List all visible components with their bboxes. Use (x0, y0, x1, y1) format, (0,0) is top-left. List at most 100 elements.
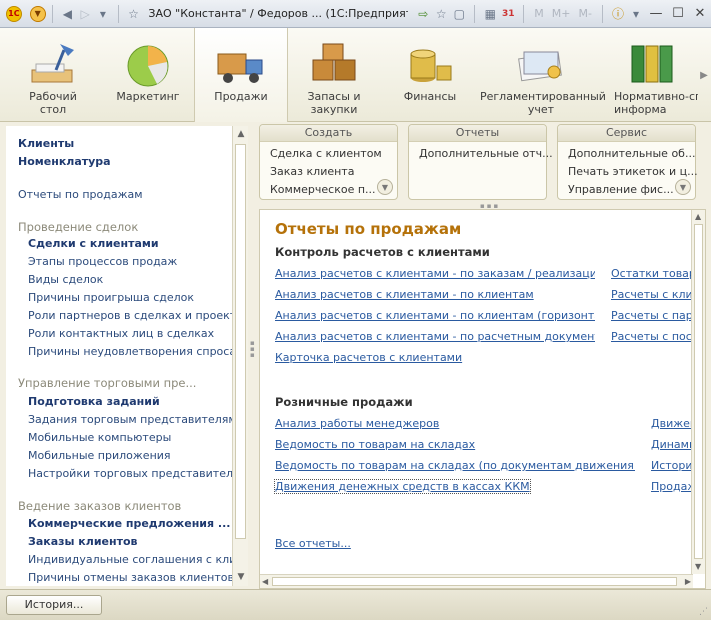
section-sales[interactable]: Продажи (194, 28, 288, 122)
report-link[interactable]: Динами (651, 438, 691, 451)
create-order-command[interactable]: Заказ клиента (270, 165, 354, 178)
report-link[interactable]: Расчеты с парт (611, 309, 691, 322)
scroll-right-arrow-icon[interactable]: ▶ (685, 577, 691, 586)
memory-minus-button[interactable]: M- (579, 7, 592, 20)
sections-scroll-right-button[interactable]: ▶ (697, 28, 711, 122)
reports-commands-box: Отчеты Дополнительные отч... (408, 124, 553, 200)
info-dropdown-icon[interactable]: ▾ (627, 5, 645, 23)
separator (523, 4, 525, 23)
scrollbar-thumb[interactable] (272, 577, 677, 586)
nav-client-orders[interactable]: Заказы клиентов (28, 535, 137, 548)
nav-group-deals: Проведение сделок (18, 220, 139, 234)
memory-plus-button[interactable]: M+ (552, 7, 571, 20)
nav-deal-stages[interactable]: Этапы процессов продаж (28, 255, 177, 268)
scroll-down-arrow-icon[interactable]: ▼ (233, 572, 249, 582)
report-link[interactable]: Анализ расчетов с клиентами - по клиента… (275, 288, 595, 301)
fiscal-management-command[interactable]: Управление фис... (568, 183, 674, 196)
info-icon[interactable]: ⓘ (609, 5, 627, 23)
maximize-button[interactable]: ☐ (667, 5, 689, 23)
create-header: Создать (260, 125, 397, 142)
nav-cancel-reasons[interactable]: Причины отмены заказов клиентов (28, 571, 232, 584)
nav-nomenclature[interactable]: Номенклатура (18, 155, 111, 168)
panel-splitter[interactable]: ▪ ▪ ▪ (250, 340, 256, 364)
section-heading-client-settlements: Контроль расчетов с клиентами (275, 245, 490, 259)
nav-contact-roles[interactable]: Роли контактных лиц в сделках (28, 327, 214, 340)
report-link[interactable]: Анализ расчетов с клиентами - по клиента… (275, 309, 595, 322)
memory-m-button[interactable]: M (534, 7, 544, 20)
report-link[interactable]: Ведомость по товарам на складах (по доку… (275, 459, 635, 472)
section-finance[interactable]: Финансы (392, 28, 468, 122)
nav-partner-roles[interactable]: Роли партнеров в сделках и проектах (28, 309, 232, 322)
nav-individual-agreements[interactable]: Индивидуальные соглашения с кли... (28, 553, 232, 566)
main-menu-button[interactable]: ▼ (29, 5, 46, 22)
nav-deal-types[interactable]: Виды сделок (28, 273, 103, 286)
expand-chevron-icon[interactable]: ▼ (675, 179, 691, 195)
scrollbar-thumb[interactable] (694, 224, 703, 559)
papers-icon (518, 51, 562, 82)
calculator-icon[interactable]: ▦ (481, 5, 499, 23)
report-link[interactable]: Расчеты с пост (611, 330, 691, 343)
reports-horizontal-scrollbar[interactable]: ◀ ▶ (260, 574, 693, 588)
report-link[interactable]: Движения денежных средств в кассах ККМ (274, 479, 531, 494)
resize-grip-icon[interactable]: ⋰ (699, 607, 708, 617)
star-page-icon[interactable]: ☆ (432, 5, 450, 23)
nav-commercial-offers[interactable]: Коммерческие предложения ... (28, 517, 230, 530)
navigation-scrollbar[interactable]: ▲ ▼ (232, 126, 248, 586)
scroll-down-arrow-icon[interactable]: ▼ (695, 562, 701, 571)
forward-arrow-icon[interactable]: ▷ (76, 5, 94, 23)
section-inventory[interactable]: Запасы и закупки (294, 28, 374, 122)
report-link[interactable]: Расчеты с клие (611, 288, 691, 301)
report-link[interactable]: Ведомость по товарам на складах (275, 438, 635, 451)
nav-task-preparation[interactable]: Подготовка заданий (28, 395, 160, 408)
back-arrow-icon[interactable]: ◀ (59, 5, 77, 23)
create-deal-command[interactable]: Сделка с клиентом (270, 147, 382, 160)
expand-chevron-icon[interactable]: ▼ (377, 179, 393, 195)
report-link[interactable]: Остатки товаро (611, 267, 691, 280)
report-link[interactable]: Анализ расчетов с клиентами - по заказам… (275, 267, 595, 280)
section-label: Запасы и закупки (307, 90, 361, 116)
report-link[interactable]: Карточка расчетов с клиентами (275, 351, 595, 364)
separator (51, 4, 53, 23)
nav-mobile-computers[interactable]: Мобильные компьютеры (28, 431, 171, 444)
nav-sales-reports[interactable]: Отчеты по продажам (18, 188, 143, 201)
additional-processing-command[interactable]: Дополнительные об... (568, 147, 695, 160)
history-button[interactable]: История... (6, 595, 102, 615)
section-regulated[interactable]: Регламентированный учет (480, 28, 606, 122)
nav-demand-reasons[interactable]: Причины неудовлетворения спроса (28, 345, 232, 358)
history-dropdown-icon[interactable]: ▾ (94, 5, 112, 23)
app-logo-icon[interactable]: 1С (6, 5, 22, 22)
save-icon[interactable]: ▢ (450, 5, 468, 23)
nav-deals[interactable]: Сделки с клиентами (28, 237, 159, 250)
all-reports-link[interactable]: Все отчеты... (275, 537, 351, 550)
scroll-up-arrow-icon[interactable]: ▲ (233, 129, 249, 139)
minimize-button[interactable]: — (645, 5, 667, 23)
section-marketing[interactable]: Маркетинг (106, 28, 190, 122)
nav-rep-settings[interactable]: Настройки торговых представителей (28, 467, 232, 480)
scroll-up-arrow-icon[interactable]: ▲ (695, 212, 701, 221)
close-button[interactable]: ✕ (689, 5, 711, 23)
print-labels-command[interactable]: Печать этикеток и ц... (568, 165, 698, 178)
separator (117, 4, 119, 23)
section-desktop[interactable]: Рабочий стол (12, 28, 94, 122)
calendar-icon[interactable]: 31 (499, 5, 517, 23)
report-link[interactable]: Продаж (651, 480, 691, 493)
link-icon[interactable]: ⇨ (414, 5, 432, 23)
scroll-left-arrow-icon[interactable]: ◀ (262, 577, 268, 586)
scrollbar-thumb[interactable] (235, 144, 246, 539)
report-link[interactable]: Анализ расчетов с клиентами - по расчетн… (275, 330, 595, 343)
coins-icon (410, 49, 452, 82)
section-label: Финансы (403, 90, 457, 103)
additional-reports-command[interactable]: Дополнительные отч... (419, 147, 553, 160)
nav-clients[interactable]: Клиенты (18, 137, 74, 150)
navigation-panel: Клиенты Номенклатура Отчеты по продажам … (6, 126, 232, 586)
favorite-star-icon[interactable]: ☆ (125, 5, 143, 23)
section-reference[interactable]: Нормативно-спр информа (608, 28, 698, 122)
nav-mobile-apps[interactable]: Мобильные приложения (28, 449, 171, 462)
reports-vertical-scrollbar[interactable]: ▲ ▼ (691, 210, 705, 574)
nav-loss-reasons[interactable]: Причины проигрыша сделок (28, 291, 194, 304)
report-link[interactable]: Движен (651, 417, 691, 430)
report-link[interactable]: Анализ работы менеджеров (275, 417, 635, 430)
nav-rep-tasks[interactable]: Задания торговым представителям (28, 413, 232, 426)
report-link[interactable]: История (651, 459, 691, 472)
create-offer-command[interactable]: Коммерческое п... (270, 183, 376, 196)
